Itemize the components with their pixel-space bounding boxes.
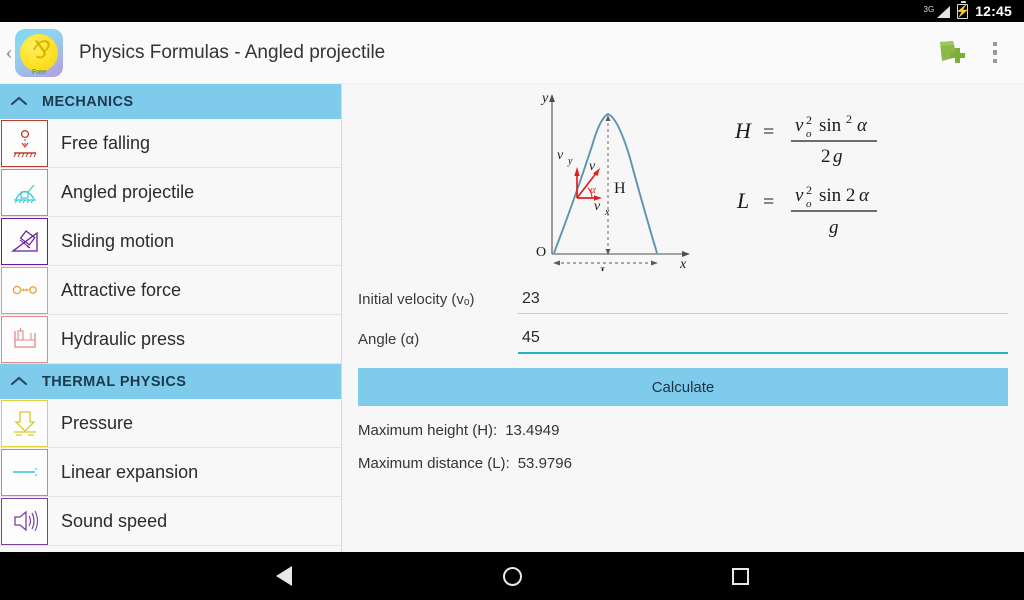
free-falling-icon [1, 119, 48, 167]
sidebar-item-label: Free falling [61, 132, 151, 153]
svg-text:2: 2 [806, 183, 812, 197]
home-button[interactable] [448, 552, 576, 600]
sliding-motion-icon [1, 217, 48, 265]
sidebar-item-label: Hydraulic press [61, 328, 186, 349]
angle-label: Angle (α) [358, 331, 420, 348]
sidebar-item-sliding-motion[interactable]: Sliding motion [0, 217, 341, 266]
battery-charging-icon: ⚡ [955, 0, 971, 19]
initial-velocity-field-row: Initial velocity (vₒ) 23 [354, 274, 1012, 314]
physics-formulas-app-icon: ⅋ Free [15, 28, 63, 77]
formula-sidebar[interactable]: MECHANICS Free falling Angled projectile… [0, 84, 342, 552]
angled-projectile-icon [1, 168, 48, 216]
formula-height-lhs: H [734, 118, 752, 143]
formula-block: H = v 2 o sin 2 α 2 g L = v 2 o sin 2 α … [729, 104, 919, 249]
device-screen: 3G ⚡ 12:45 ‹ ⅋ Free Physics Formulas - A… [0, 0, 1024, 600]
chevron-up-icon [8, 375, 30, 388]
sidebar-item-attractive-force[interactable]: Attractive force [0, 266, 341, 315]
pressure-icon [1, 399, 48, 447]
svg-text:α: α [859, 185, 870, 206]
app-icon-free-badge: Free [32, 68, 46, 76]
result-max-height-value: 13.4949 [505, 422, 560, 439]
svg-text:v: v [795, 185, 804, 206]
android-navigation-bar [0, 552, 1024, 600]
sidebar-item-label: Angled projectile [61, 181, 195, 202]
content-area: MECHANICS Free falling Angled projectile… [0, 84, 1024, 552]
svg-text:2: 2 [821, 146, 831, 167]
app-bar-actions [932, 36, 1024, 70]
svg-text:2: 2 [806, 113, 812, 127]
calculate-button[interactable]: Calculate [358, 368, 1008, 406]
svg-text:y: y [567, 156, 573, 167]
svg-text:y: y [540, 91, 549, 106]
svg-text:2: 2 [846, 112, 852, 126]
back-button[interactable] [220, 552, 348, 600]
svg-text:o: o [806, 198, 812, 210]
status-bar: 3G ⚡ 12:45 [0, 0, 1024, 22]
attractive-force-icon [1, 266, 48, 314]
sidebar-item-label: Attractive force [61, 279, 182, 300]
sidebar-item-label: Pressure [61, 412, 134, 433]
svg-text:H: H [614, 180, 626, 197]
diagram-and-formulas-row: y x O H L [354, 84, 1012, 282]
svg-text:=: = [763, 121, 774, 143]
sidebar-item-free-falling[interactable]: Free falling [0, 119, 341, 168]
sidebar-item-label: Linear expansion [61, 461, 199, 482]
initial-velocity-label: Initial velocity (vₒ) [358, 291, 475, 308]
sidebar-item-angled-projectile[interactable]: Angled projectile [0, 168, 341, 217]
angled-projectile-trajectory-diagram: y x O H L [514, 86, 694, 282]
sidebar-item-label: Sliding motion [61, 230, 175, 251]
page-title: Physics Formulas - Angled projectile [79, 41, 386, 63]
svg-text:g: g [829, 217, 839, 238]
svg-text:sin: sin [819, 115, 842, 136]
sidebar-item-sound-speed[interactable]: Sound speed [0, 497, 341, 546]
result-max-distance-label: Maximum distance (L): [358, 455, 510, 472]
signal-3g-icon: 3G [924, 5, 951, 18]
result-max-height: Maximum height (H): 13.4949 [354, 406, 1012, 439]
add-note-icon[interactable] [932, 36, 966, 70]
svg-text:O: O [536, 245, 546, 260]
svg-text:v⃗: v⃗ [589, 159, 606, 174]
angle-field-row: Angle (α) 45 [354, 314, 1012, 354]
svg-text:α: α [590, 184, 596, 196]
hydraulic-press-icon [1, 315, 48, 363]
network-type-label: 3G [923, 4, 935, 14]
svg-text:x: x [604, 207, 610, 218]
overflow-menu-icon[interactable] [984, 36, 1006, 70]
svg-text:=: = [763, 191, 774, 213]
svg-text:α: α [857, 115, 868, 136]
initial-velocity-input[interactable]: 23 [518, 290, 1008, 314]
signal-bars-icon [935, 5, 951, 18]
svg-text:L: L [600, 265, 610, 271]
result-max-distance-value: 53.9796 [517, 455, 572, 472]
linear-expansion-icon [1, 448, 48, 496]
back-triangle-icon [276, 566, 292, 586]
home-circle-icon [502, 566, 522, 586]
sound-speed-icon [1, 497, 48, 545]
result-max-distance: Maximum distance (L): 53.9796 [354, 439, 1012, 472]
sidebar-section-label: MECHANICS [42, 93, 134, 110]
sidebar-section-thermal-physics[interactable]: THERMAL PHYSICS [0, 364, 341, 399]
svg-text:v: v [795, 115, 804, 136]
svg-text:x: x [679, 257, 687, 271]
recents-square-icon [731, 567, 749, 585]
sidebar-section-mechanics[interactable]: MECHANICS [0, 84, 341, 119]
sidebar-item-label: Sound speed [61, 510, 168, 531]
svg-text:g: g [833, 146, 843, 167]
angle-input[interactable]: 45 [518, 329, 1008, 354]
chevron-up-icon [8, 95, 30, 108]
formula-detail-panel: y x O H L [342, 84, 1024, 552]
svg-text:o: o [806, 128, 812, 140]
sidebar-item-hydraulic-press[interactable]: Hydraulic press [0, 315, 341, 364]
formula-distance-lhs: L [736, 188, 749, 213]
app-bar: ‹ ⅋ Free Physics Formulas - Angled proje… [0, 22, 1024, 84]
sidebar-item-pressure[interactable]: Pressure [0, 399, 341, 448]
sidebar-item-linear-expansion[interactable]: Linear expansion [0, 448, 341, 497]
sidebar-section-label: THERMAL PHYSICS [42, 373, 187, 390]
status-bar-clock: 12:45 [975, 3, 1012, 19]
svg-text:sin 2: sin 2 [819, 185, 855, 206]
result-max-height-label: Maximum height (H): [358, 422, 498, 439]
recents-button[interactable] [676, 552, 804, 600]
